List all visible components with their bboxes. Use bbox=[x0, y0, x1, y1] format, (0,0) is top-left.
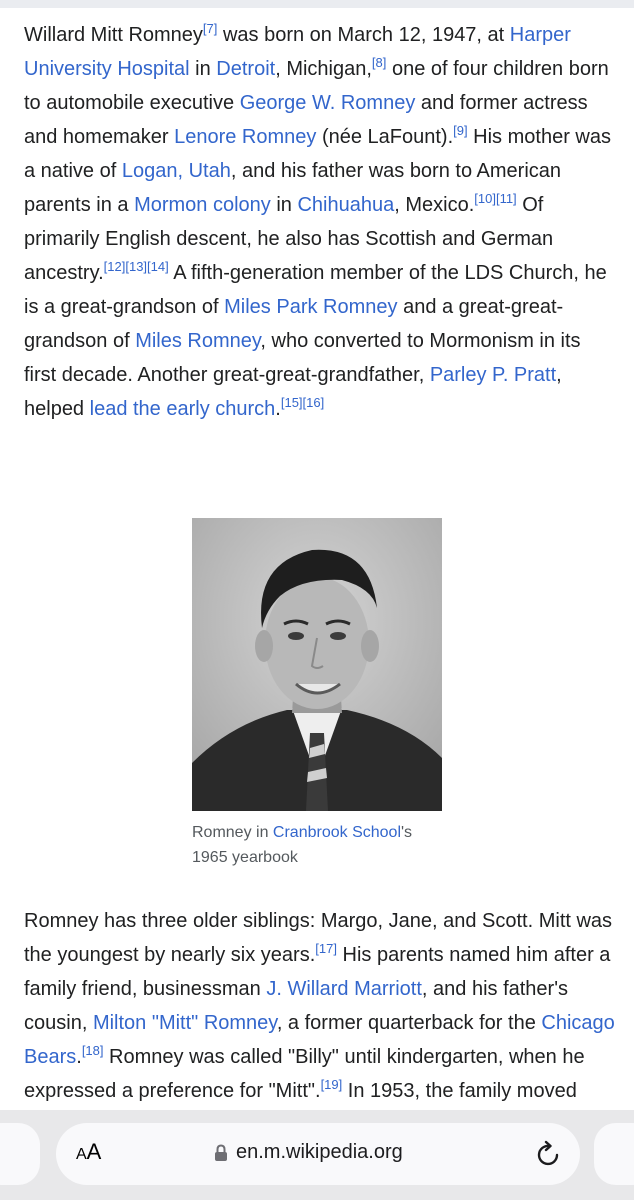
text: in bbox=[189, 58, 217, 80]
url-text: en.m.wikipedia.org bbox=[236, 1141, 403, 1163]
link-logan-utah[interactable]: Logan, Utah bbox=[122, 160, 231, 182]
reload-icon bbox=[537, 1140, 559, 1166]
reload-button[interactable] bbox=[536, 1140, 562, 1173]
yearbook-photo-image bbox=[192, 518, 442, 811]
link-chihuahua[interactable]: Chihuahua bbox=[297, 194, 394, 216]
link-milton-mitt-romney[interactable]: Milton "Mitt" Romney bbox=[93, 1012, 277, 1034]
link-lenore-romney[interactable]: Lenore Romney bbox=[174, 126, 316, 148]
top-divider bbox=[0, 0, 634, 8]
link-lead-the-early-church[interactable]: lead the early church bbox=[90, 398, 276, 420]
text: (née LaFount). bbox=[316, 126, 454, 148]
figure-caption: Romney in Cranbrook School's 1965 yearbo… bbox=[192, 820, 452, 870]
text-size-button[interactable]: AA bbox=[76, 1139, 101, 1165]
text-size-big-a: A bbox=[86, 1139, 102, 1164]
yearbook-photo[interactable] bbox=[192, 518, 442, 811]
link-detroit[interactable]: Detroit bbox=[216, 58, 275, 80]
link-miles-romney[interactable]: Miles Romney bbox=[135, 330, 260, 352]
link-george-w-romney[interactable]: George W. Romney bbox=[240, 92, 416, 114]
text-size-small-a: A bbox=[76, 1146, 87, 1163]
citation-11[interactable]: [11] bbox=[496, 191, 517, 206]
text: , Michigan, bbox=[275, 58, 372, 80]
citation-8[interactable]: [8] bbox=[372, 55, 386, 70]
citation-15[interactable]: [15] bbox=[281, 395, 303, 410]
citation-17[interactable]: [17] bbox=[315, 941, 337, 956]
citation-13[interactable]: [13] bbox=[125, 259, 147, 274]
text: , Mexico. bbox=[394, 194, 475, 216]
citation-14[interactable]: [14] bbox=[147, 259, 169, 274]
lock-icon bbox=[215, 1143, 227, 1161]
citation-10[interactable]: [10] bbox=[474, 191, 496, 206]
citation-19[interactable]: [19] bbox=[321, 1077, 343, 1092]
link-miles-park-romney[interactable]: Miles Park Romney bbox=[224, 296, 397, 318]
link-mormon-colony[interactable]: Mormon colony bbox=[134, 194, 271, 216]
url-display[interactable]: en.m.wikipedia.org bbox=[214, 1141, 403, 1164]
text: Willard Mitt Romney bbox=[24, 24, 203, 46]
link-cranbrook-school[interactable]: Cranbrook School bbox=[273, 824, 401, 841]
text: , a former quarterback for the bbox=[276, 1012, 542, 1034]
next-tab-preview[interactable] bbox=[594, 1123, 634, 1185]
citation-16[interactable]: [16] bbox=[303, 395, 325, 410]
link-parley-p-pratt[interactable]: Parley P. Pratt bbox=[430, 364, 556, 386]
link-j-willard-marriott[interactable]: J. Willard Marriott bbox=[266, 978, 422, 1000]
text: in bbox=[270, 194, 298, 216]
citation-18[interactable]: [18] bbox=[82, 1043, 104, 1058]
previous-tab-preview[interactable] bbox=[0, 1123, 40, 1185]
address-bar[interactable]: AA en.m.wikipedia.org bbox=[56, 1123, 580, 1185]
citation-9[interactable]: [9] bbox=[453, 123, 467, 138]
citation-7[interactable]: [7] bbox=[203, 21, 217, 36]
browser-toolbar: AA en.m.wikipedia.org bbox=[0, 1110, 634, 1200]
article-paragraph-1: Willard Mitt Romney[7] was born on March… bbox=[24, 18, 616, 426]
caption-text: Romney in bbox=[192, 824, 273, 841]
text: was born on March 12, 1947, at bbox=[217, 24, 510, 46]
citation-12[interactable]: [12] bbox=[104, 259, 126, 274]
